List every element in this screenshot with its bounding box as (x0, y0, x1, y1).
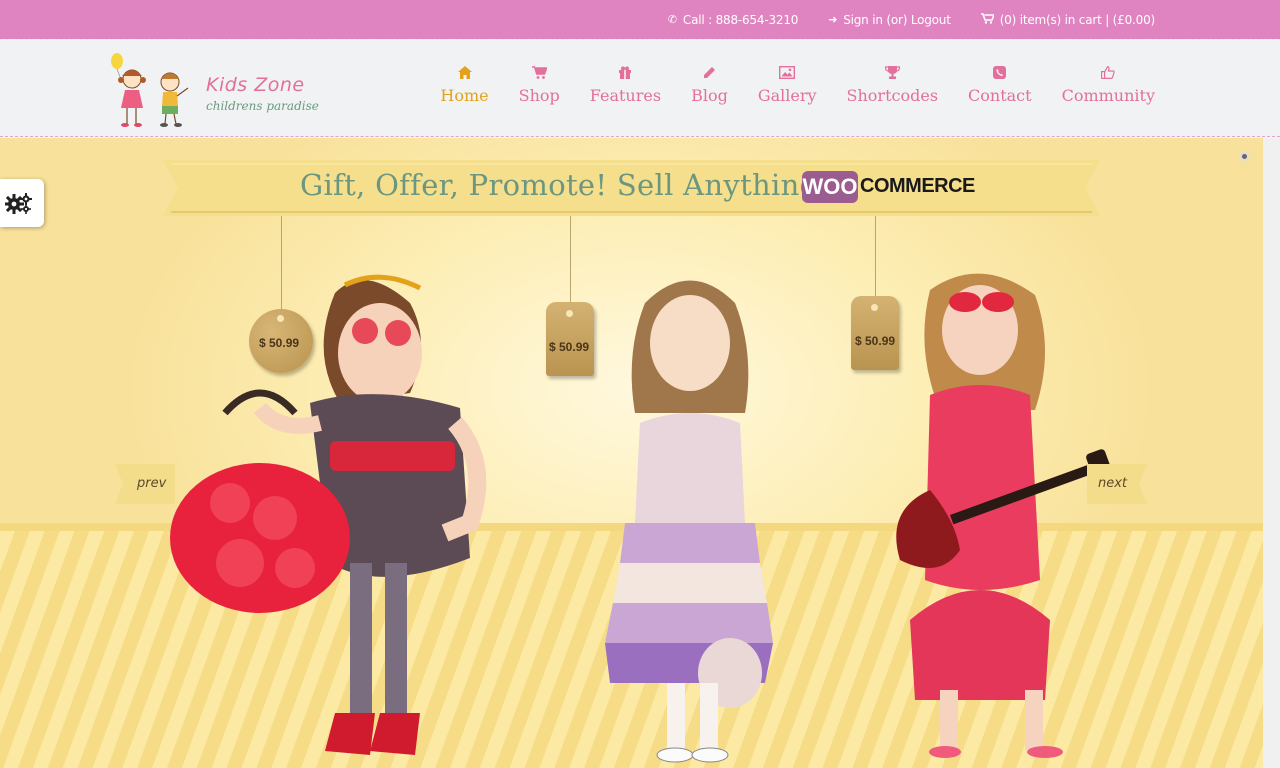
logo-subtitle: childrens paradise (206, 99, 319, 113)
nav-label[interactable]: Shortcodes (847, 86, 939, 105)
gift-icon (618, 66, 632, 82)
nav-label[interactable]: Blog (691, 86, 728, 105)
nav-contact[interactable]: Contact (968, 66, 1032, 105)
image-icon (779, 65, 796, 82)
tag-string (570, 216, 571, 304)
nav-features[interactable]: Features (590, 66, 661, 105)
headline-text: Gift, Offer, Promote! Sell Anything (300, 168, 819, 202)
girl-with-guitar-image (896, 273, 1110, 758)
top-bar: ✆ Call : 888-654-3210 ➜ Sign in (or) Log… (0, 0, 1280, 39)
nav-gallery[interactable]: Gallery (758, 65, 817, 105)
home-icon (457, 66, 472, 82)
logo-kids-illustration (111, 53, 189, 127)
site-header: Kids Zone childrens paradise Home Shop F… (0, 39, 1280, 137)
page-scrollbar[interactable] (1263, 138, 1280, 768)
nav-label[interactable]: Gallery (758, 86, 817, 105)
call-info: ✆ Call : 888-654-3210 (667, 12, 799, 27)
signin-text[interactable]: Sign in (or) Logout (843, 13, 951, 27)
style-switcher-button[interactable] (0, 179, 44, 227)
prev-label[interactable]: prev (137, 476, 166, 491)
nav-shop[interactable]: Shop (519, 66, 560, 105)
nav-community[interactable]: Community (1062, 66, 1155, 105)
logo[interactable]: Kids Zone childrens paradise (108, 52, 319, 128)
nav-blog[interactable]: Blog (691, 66, 728, 105)
nav-label[interactable]: Shop (519, 86, 560, 105)
trophy-icon (884, 66, 900, 82)
woocommerce-text: COMMERCE (860, 175, 975, 197)
tag-hole (566, 310, 573, 317)
nav-shortcodes[interactable]: Shortcodes (847, 66, 939, 105)
cart-link[interactable]: (0) item(s) in cart | (£0.00) (980, 12, 1155, 27)
next-label[interactable]: next (1098, 476, 1127, 491)
signin-link[interactable]: ➜ Sign in (or) Logout (828, 13, 951, 27)
sign-in-icon: ➜ (828, 13, 838, 26)
price-tag: $ 50.99 (546, 302, 594, 376)
nav-label[interactable]: Community (1062, 86, 1155, 105)
cart-icon (980, 12, 995, 27)
girl-in-ruffle-dress-image (605, 280, 773, 763)
phone-icon: ✆ (667, 13, 677, 26)
nav-home[interactable]: Home (440, 66, 489, 105)
girl-with-handbag-image (170, 274, 487, 755)
nav-label[interactable]: Features (590, 86, 661, 105)
cart-icon (531, 66, 548, 82)
gears-icon (5, 193, 32, 214)
hero-slider: Gift, Offer, Promote! Sell Anything WOO … (0, 138, 1263, 768)
price-label: $ 50.99 (549, 340, 590, 354)
call-text: Call : 888-654-3210 (682, 12, 799, 27)
pencil-icon (703, 66, 716, 82)
logo-title: Kids Zone (206, 74, 305, 96)
thumbs-up-icon (1101, 66, 1115, 82)
cart-text[interactable]: (0) item(s) in cart | (£0.00) (1000, 13, 1155, 27)
nav-label[interactable]: Contact (968, 86, 1032, 105)
woocommerce-badge: WOO (802, 171, 858, 203)
phone-icon (993, 66, 1007, 82)
slider-indicator-dot[interactable] (1240, 152, 1249, 161)
main-nav: Home Shop Features Blog Gallery Shortcod… (440, 65, 1155, 105)
nav-label[interactable]: Home (440, 86, 488, 105)
